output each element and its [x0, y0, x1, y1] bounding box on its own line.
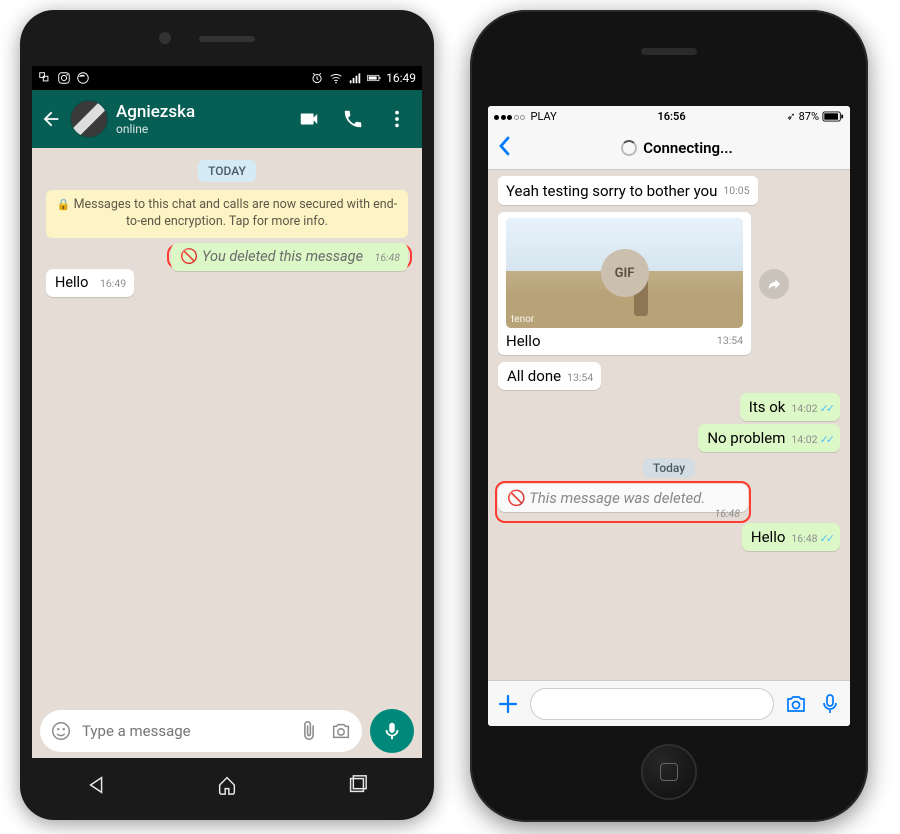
chat-scroll-area[interactable]: TODAY 🔒 Messages to this chat and calls …	[32, 148, 422, 704]
ios-input-bar	[488, 680, 850, 726]
message-time: 16:48	[715, 507, 740, 520]
encryption-notice[interactable]: 🔒 Messages to this chat and calls are no…	[46, 190, 408, 238]
whatsapp-chat-header[interactable]: Agniezska online	[32, 90, 422, 148]
outgoing-message-bubble[interactable]: Hello 16:48✓✓	[742, 523, 840, 551]
ios-chat-header[interactable]: Connecting...	[488, 126, 850, 170]
prohibit-icon: 🚫	[180, 248, 198, 265]
video-call-icon[interactable]	[298, 108, 320, 130]
message-time: 16:48	[791, 532, 817, 545]
highlight-annotation: 🚫You deleted this message 16:48	[167, 244, 412, 269]
attach-icon[interactable]	[298, 720, 320, 742]
message-time: 14:02	[791, 402, 817, 415]
highlight-annotation: 🚫 This message was deleted. 16:48	[495, 481, 751, 523]
contact-name: Agniezska	[116, 102, 290, 122]
deleted-message-bubble[interactable]: 🚫You deleted this message 16:48	[171, 243, 408, 271]
battery-icon	[822, 111, 844, 122]
contact-presence: online	[116, 122, 290, 136]
incoming-message-bubble[interactable]: All done 13:54	[498, 362, 601, 390]
android-nav-bar	[32, 764, 422, 806]
carrier-label: PLAY	[531, 110, 557, 123]
incoming-message-bubble[interactable]: Hello 16:49	[46, 269, 134, 297]
ios-message-input[interactable]	[530, 688, 774, 720]
android-screen: 16:49 Agniezska online TODAY 🔒 Messages …	[32, 66, 422, 758]
gif-source-label: tenor	[511, 314, 534, 325]
voice-message-button[interactable]	[370, 709, 414, 753]
gif-preview[interactable]: GIF tenor	[506, 218, 743, 328]
outgoing-message-bubble[interactable]: No problem 14:02✓✓	[698, 424, 840, 452]
message-text-input[interactable]	[82, 722, 288, 740]
emoji-icon[interactable]	[50, 720, 72, 742]
instagram-icon	[57, 71, 71, 85]
status-time: 16:56	[557, 110, 787, 123]
firefox-icon	[76, 71, 90, 85]
more-options-icon[interactable]	[386, 108, 408, 130]
voice-call-icon[interactable]	[342, 108, 364, 130]
battery-percent: 87%	[799, 110, 819, 123]
mic-button[interactable]	[818, 692, 842, 716]
back-arrow-icon[interactable]	[40, 108, 62, 130]
android-phone-frame: 16:49 Agniezska online TODAY 🔒 Messages …	[20, 10, 434, 820]
read-ticks-icon: ✓✓	[820, 532, 832, 545]
date-separator: Today	[643, 458, 695, 478]
nav-home-icon[interactable]	[216, 774, 238, 796]
android-status-bar: 16:49	[32, 66, 422, 90]
add-button[interactable]	[496, 692, 520, 716]
status-time: 16:49	[386, 71, 416, 85]
message-text: Yeah testing sorry to bother you	[506, 182, 717, 200]
message-text: All done	[507, 367, 561, 385]
forward-button[interactable]	[759, 269, 789, 299]
message-input-bar	[32, 704, 422, 758]
message-input-container[interactable]	[40, 710, 362, 752]
deleted-message-bubble[interactable]: 🚫 This message was deleted. 16:48	[498, 484, 748, 512]
back-button[interactable]	[496, 136, 512, 160]
message-time: 13:54	[717, 334, 743, 347]
forward-arrow-icon	[766, 276, 782, 292]
location-icon: ➶	[786, 110, 795, 123]
android-front-camera	[159, 32, 171, 44]
outgoing-message-bubble[interactable]: Its ok 14:02✓✓	[740, 393, 840, 421]
cell-signal-icon	[348, 71, 362, 85]
gif-badge-icon: GIF	[601, 249, 649, 297]
iphone-speaker	[641, 48, 697, 55]
iphone-screen: PLAY 16:56 ➶ 87% Connecting... Yeah test…	[488, 106, 850, 726]
deleted-message-text: This message was deleted.	[529, 489, 705, 507]
message-time: 16:49	[100, 277, 126, 290]
message-text: Hello	[55, 274, 88, 291]
incoming-message-bubble[interactable]: Yeah testing sorry to bother you 10:05	[498, 176, 758, 205]
iphone-frame: PLAY 16:56 ➶ 87% Connecting... Yeah test…	[470, 10, 868, 822]
deleted-message-text: You deleted this message	[202, 248, 363, 265]
message-time: 14:02	[791, 433, 817, 446]
camera-icon[interactable]	[330, 720, 352, 742]
message-text: Its ok	[749, 398, 786, 416]
message-time: 10:05	[723, 184, 749, 197]
date-separator: TODAY	[198, 160, 256, 182]
nav-back-icon[interactable]	[86, 774, 108, 796]
message-text: Hello	[506, 332, 541, 350]
message-text: Hello	[751, 528, 786, 546]
cell-signal-dots-icon	[494, 110, 527, 123]
ios-status-bar: PLAY 16:56 ➶ 87%	[488, 106, 850, 126]
mic-icon	[381, 720, 403, 742]
battery-icon	[367, 71, 381, 85]
nav-recents-icon[interactable]	[346, 774, 368, 796]
read-ticks-icon: ✓✓	[820, 433, 832, 446]
iphone-home-button[interactable]	[641, 744, 697, 800]
alarm-icon	[310, 71, 324, 85]
message-time: 13:54	[567, 371, 593, 384]
contact-avatar[interactable]	[70, 100, 108, 138]
lock-icon: 🔒	[57, 198, 71, 211]
prohibit-icon: 🚫	[507, 489, 526, 507]
message-time: 16:48	[375, 251, 400, 264]
android-speaker	[199, 36, 255, 42]
connection-status: Connecting...	[512, 139, 842, 157]
ios-chat-scroll-area[interactable]: Yeah testing sorry to bother you 10:05 G…	[488, 170, 850, 680]
multitask-icon	[38, 71, 52, 85]
loading-spinner-icon	[621, 140, 637, 156]
wifi-icon	[329, 71, 343, 85]
message-text: No problem	[707, 429, 785, 447]
gif-message-bubble[interactable]: GIF tenor Hello 13:54	[498, 212, 751, 355]
camera-button[interactable]	[784, 692, 808, 716]
read-ticks-icon: ✓✓	[820, 402, 832, 415]
